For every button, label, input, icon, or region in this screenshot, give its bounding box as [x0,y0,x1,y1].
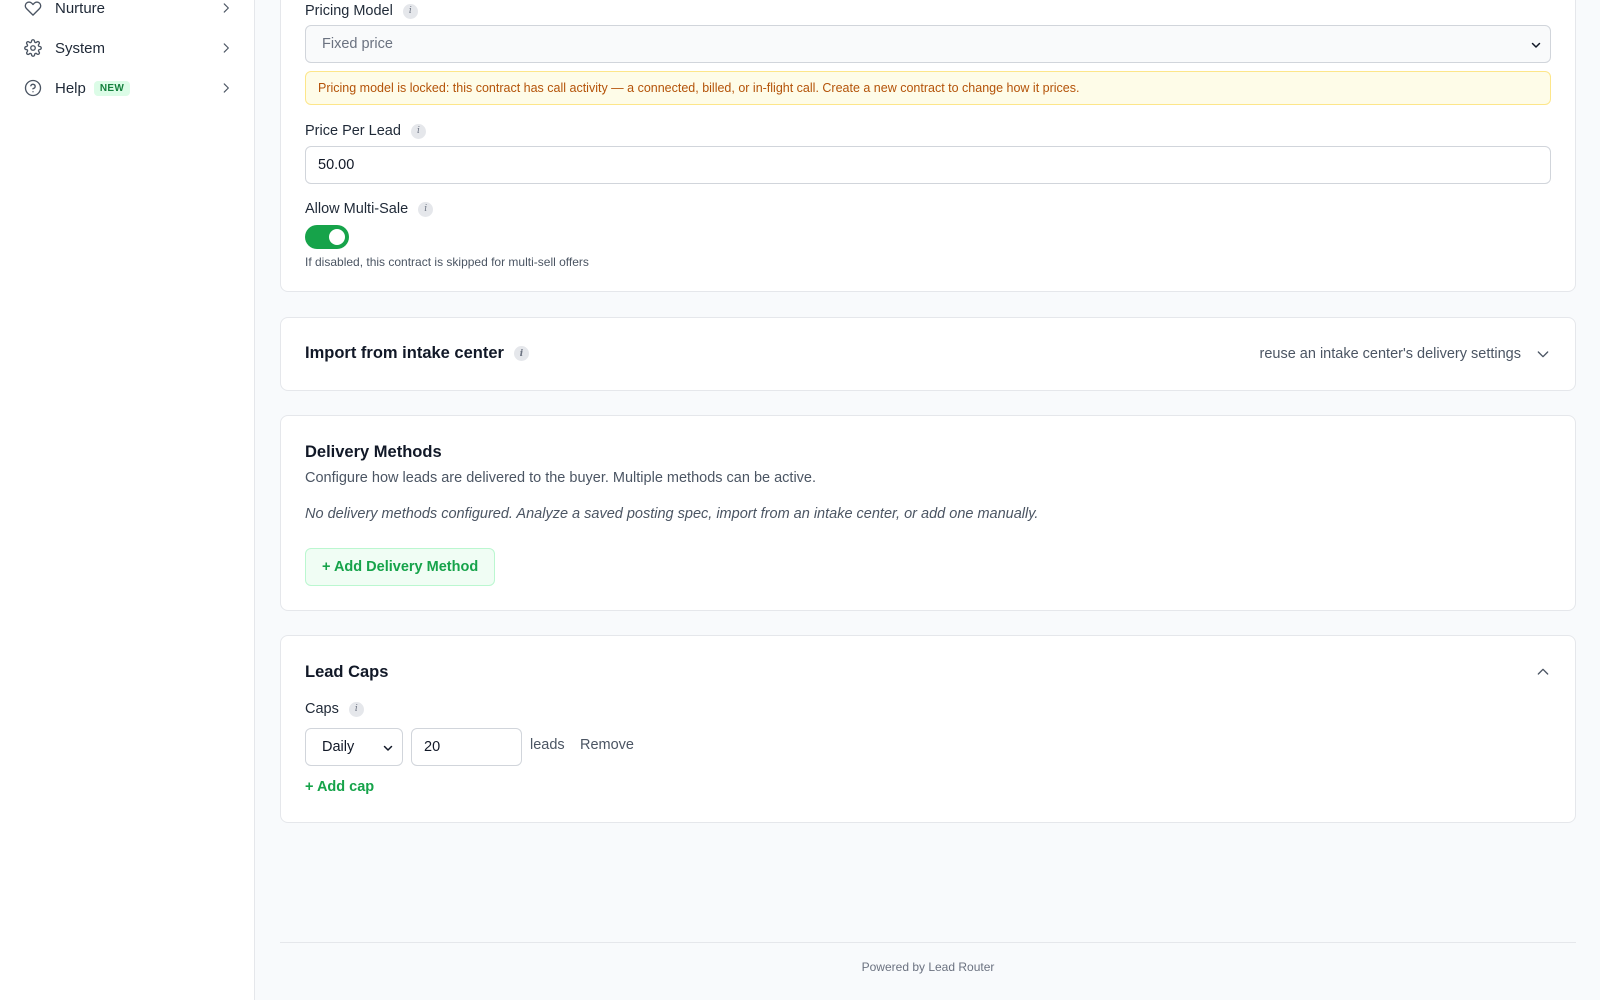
chevron-up-icon[interactable] [1535,664,1551,680]
footer-divider [280,942,1576,943]
cap-value-input[interactable]: 20 [411,728,522,766]
add-delivery-method-button[interactable]: + Add Delivery Method [305,548,496,586]
main-content: Pricing Model i Fixed price Pricing mode… [256,0,1600,1000]
chevron-down-icon [383,745,393,751]
info-icon[interactable]: i [410,123,426,139]
info-icon[interactable]: i [402,3,418,19]
gear-icon [23,38,43,58]
pricing-model-label: Pricing Model i [305,3,418,19]
allow-multisale-label: Allow Multi-Sale i [305,201,434,217]
cap-unit-label: leads [530,737,565,753]
caps-label: Caps i [305,701,364,717]
info-icon[interactable]: i [513,346,529,361]
lead-caps-card: Lead Caps Caps i Daily 20 leads Remove +… [280,635,1576,823]
delivery-methods-empty: No delivery methods configured. Analyze … [305,506,1039,522]
allow-multisale-toggle[interactable] [305,225,349,249]
price-per-lead-input[interactable]: 50.00 [305,146,1551,184]
cap-period-value: Daily [322,739,355,755]
sidebar-item-label: Help [55,79,86,97]
sidebar-item-help[interactable]: Help NEW [23,73,233,103]
price-per-lead-label: Price Per Lead i [305,123,426,139]
chevron-down-icon[interactable] [1535,346,1551,362]
pricing-locked-text: Pricing model is locked: this contract h… [318,81,1080,95]
add-cap-button[interactable]: + Add cap [305,779,374,795]
new-badge: NEW [93,80,131,96]
sidebar: Nurture System Help NEW [0,0,255,1000]
pricing-locked-alert: Pricing model is locked: this contract h… [305,71,1551,105]
info-icon[interactable]: i [418,201,434,217]
cap-period-select[interactable]: Daily [305,728,403,766]
import-hint: reuse an intake center's delivery settin… [1259,346,1522,362]
import-card[interactable]: Import from intake center i reuse an int… [280,317,1576,391]
pricing-model-label-text: Pricing Model [305,3,393,19]
chevron-right-icon [223,83,229,93]
pricing-card: Pricing Model i Fixed price Pricing mode… [280,0,1576,292]
allow-multisale-label-text: Allow Multi-Sale [305,201,409,217]
lead-caps-title: Lead Caps [305,663,389,681]
chevron-right-icon [223,43,229,53]
cap-remove-button[interactable]: Remove [580,737,634,753]
caps-label-text: Caps [305,701,339,717]
chevron-right-icon [223,3,229,13]
sidebar-item-label: System [55,39,106,57]
delivery-methods-description: Configure how leads are delivered to the… [305,470,817,486]
sidebar-item-label: Nurture [55,0,106,17]
allow-multisale-help: If disabled, this contract is skipped fo… [305,255,589,269]
price-per-lead-label-text: Price Per Lead [305,123,401,139]
cap-value: 20 [424,739,441,755]
pricing-model-value: Fixed price [322,36,393,52]
delivery-methods-title: Delivery Methods [305,443,442,461]
price-per-lead-value: 50.00 [318,157,355,173]
heart-icon [23,0,43,18]
sidebar-item-system[interactable]: System [23,33,233,63]
toggle-knob [329,229,345,245]
sidebar-item-nurture[interactable]: Nurture [23,0,233,23]
import-title: Import from intake center i [305,344,529,363]
help-circle-icon [23,78,43,98]
import-title-text: Import from intake center [305,344,504,362]
chevron-down-icon [1531,42,1541,48]
pricing-model-select[interactable]: Fixed price [305,25,1551,63]
delivery-methods-card: Delivery Methods Configure how leads are… [280,415,1576,611]
info-icon[interactable]: i [348,701,364,717]
footer-text: Powered by Lead Router [861,960,995,974]
